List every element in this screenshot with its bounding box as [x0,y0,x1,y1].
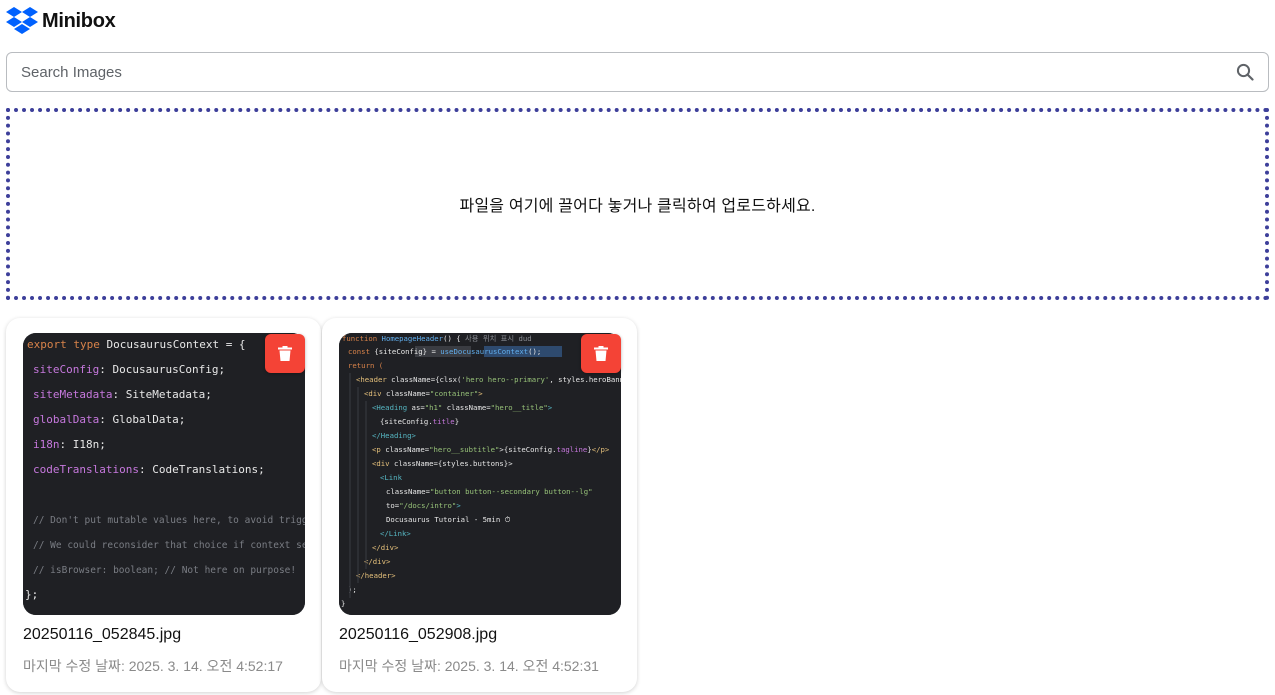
svg-text:<Heading as="h1" className="he: <Heading as="h1" className="hero__title"… [372,403,553,412]
svg-text:</header>: </header> [356,571,396,580]
svg-text:Docusaurus Tutorial - 5min ⏱: Docusaurus Tutorial - 5min ⏱ [386,515,511,524]
svg-text:function HomepageHeader() { 사: function HomepageHeader() { 사용 위치 표시 dud [342,334,532,343]
svg-text:className="button button--seco: className="button button--secondary butt… [386,487,592,496]
search-bar[interactable] [6,52,1269,92]
dropzone-instructions: 파일을 여기에 끌어다 놓거나 클릭하여 업로드하세요. [459,198,816,215]
svg-text:};: }; [25,588,38,601]
svg-text:</Heading>: </Heading> [372,431,417,440]
svg-text:<header className={clsx('hero: <header className={clsx('hero hero--prim… [356,375,621,384]
svg-text:globalData: GlobalData;: globalData: GlobalData; [33,413,185,426]
modified-date: 마지막 수정 날짜: 2025. 3. 14. 오전 4:52:31 [339,658,599,674]
svg-text:codeTranslations: CodeTranslat: codeTranslations: CodeTranslations; [33,463,265,476]
code-screenshot-2: function HomepageHeader() { 사용 위치 표시 dud… [339,333,621,615]
image-card[interactable]: function HomepageHeader() { 사용 위치 표시 dud… [322,318,637,692]
svg-text:<div className={styles.buttons: <div className={styles.buttons}> [372,459,513,468]
code-screenshot-1: export type DocusaurusContext = { siteCo… [23,333,305,615]
search-icon[interactable] [1236,63,1254,81]
image-thumbnail[interactable]: export type DocusaurusContext = { siteCo… [23,333,305,615]
svg-text:export type DocusaurusContext: export type DocusaurusContext = { [27,338,246,351]
file-name: 20250116_052908.jpg [339,626,498,643]
svg-text:}: } [341,599,345,608]
delete-button[interactable] [265,334,305,373]
svg-text:const {siteConfig} = useDocusa: const {siteConfig} = useDocusaurusContex… [348,347,541,356]
svg-text:);: ); [348,585,357,594]
modified-date: 마지막 수정 날짜: 2025. 3. 14. 오전 4:52:17 [23,658,283,674]
svg-text:siteMetadata: SiteMetadata;: siteMetadata: SiteMetadata; [33,388,212,401]
svg-text:return (: return ( [348,361,383,370]
svg-text:siteConfig: DocusaurusConfig;: siteConfig: DocusaurusConfig; [33,363,225,376]
svg-text:{siteConfig.title}: {siteConfig.title} [380,417,459,426]
svg-text:to="/docs/intro">: to="/docs/intro"> [386,501,461,510]
svg-text:</Link>: </Link> [380,529,411,538]
svg-text:</div>: </div> [372,543,399,552]
svg-text:<div className="container">: <div className="container"> [364,389,483,398]
dropbox-logo-icon[interactable] [6,6,38,36]
search-input[interactable] [21,63,1236,81]
image-card[interactable]: export type DocusaurusContext = { siteCo… [6,318,321,692]
upload-dropzone[interactable]: 파일을 여기에 끌어다 놓거나 클릭하여 업로드하세요. [6,108,1269,300]
image-thumbnail[interactable]: function HomepageHeader() { 사용 위치 표시 dud… [339,333,621,615]
svg-text:// isBrowser: boolean; // Not: // isBrowser: boolean; // Not here on pu… [33,565,296,576]
svg-text:</div>: </div> [364,557,391,566]
svg-text:<p className="hero__subtitle">: <p className="hero__subtitle">{siteConfi… [372,445,610,454]
app-title: Minibox [42,9,116,32]
svg-text:<Link: <Link [380,473,403,482]
trash-icon [278,346,292,361]
app-header: Minibox [6,6,116,36]
svg-text:// We could reconsider that ch: // We could reconsider that choice if co… [33,540,305,551]
svg-text:i18n: I18n;: i18n: I18n; [33,438,106,451]
svg-text:// Don't put mutable values he: // Don't put mutable values here, to avo… [33,515,305,526]
delete-button[interactable] [581,334,621,373]
trash-icon [594,346,608,361]
file-name: 20250116_052845.jpg [23,626,182,643]
